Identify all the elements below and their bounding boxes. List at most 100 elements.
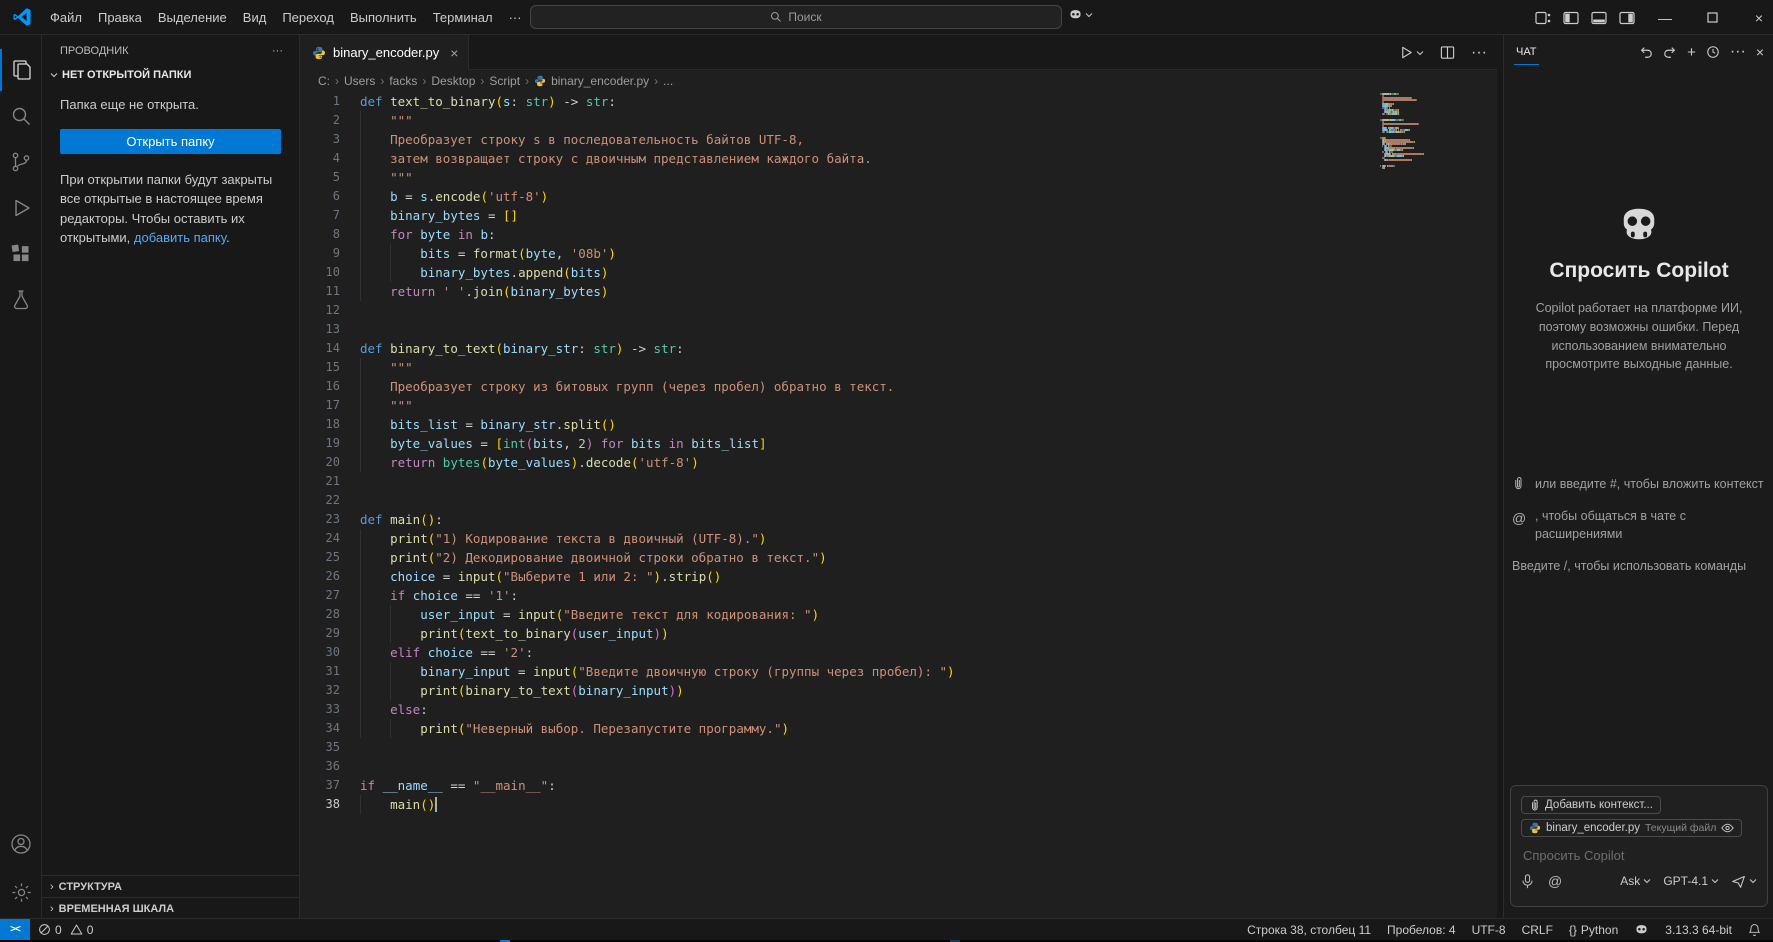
menu-item[interactable]: Файл <box>42 6 90 29</box>
activitybar-source-control-icon[interactable] <box>0 141 42 183</box>
menu-item[interactable]: Вид <box>235 6 275 29</box>
line-number: 13 <box>300 320 340 339</box>
python-file-icon <box>534 75 546 87</box>
menu-item[interactable]: Переход <box>274 6 342 29</box>
editor-more-actions-icon[interactable]: ··· <box>1471 44 1487 62</box>
code-line: 6 b = s.encode('utf-8') <box>300 187 1497 206</box>
code-area[interactable]: 1def text_to_binary(s: str) -> str:2 """… <box>300 92 1497 918</box>
line-number: 14 <box>300 339 340 358</box>
customize-layout-icon[interactable] <box>1535 10 1551 26</box>
sidebar-section-outline[interactable]: ›СТРУКТУРА <box>42 875 300 897</box>
menu-item[interactable]: Выделение <box>150 6 235 29</box>
menu-item[interactable]: Выполнить <box>342 6 425 29</box>
toggle-panel-icon[interactable] <box>1591 10 1607 26</box>
chat-close-icon[interactable]: × <box>1756 44 1764 60</box>
search-placeholder: Поиск <box>788 10 821 24</box>
code-line: 24 print("1) Кодирование текста в двоичн… <box>300 529 1497 548</box>
window-close-button[interactable]: × <box>1736 0 1773 35</box>
tab-bar: binary_encoder.py × ··· <box>300 35 1497 70</box>
run-python-button[interactable] <box>1399 45 1424 60</box>
remote-indicator[interactable]: >< <box>0 919 30 941</box>
open-folder-button[interactable]: Открыть папку <box>60 129 281 154</box>
code-line: 29 print(text_to_binary(user_input)) <box>300 624 1497 643</box>
minimap[interactable] <box>1380 93 1492 169</box>
mic-icon[interactable] <box>1521 874 1534 889</box>
code-line: 1def text_to_binary(s: str) -> str: <box>300 92 1497 111</box>
current-file-chip[interactable]: binary_encoder.py Текущий файл <box>1521 819 1742 837</box>
vscode-logo <box>12 7 32 27</box>
breadcrumb-item[interactable]: Desktop <box>431 74 475 88</box>
code-line: 26 choice = input("Выберите 1 или 2: ").… <box>300 567 1497 586</box>
problems-indicator[interactable]: 0 0 <box>38 923 93 937</box>
eye-icon[interactable] <box>1721 823 1734 833</box>
chat-input-box[interactable]: Добавить контекст... binary_encoder.py Т… <box>1510 785 1768 907</box>
line-number: 18 <box>300 415 340 434</box>
menu-item[interactable]: ··· <box>501 6 530 29</box>
tab-close-icon[interactable]: × <box>450 45 458 61</box>
notifications-bell-icon[interactable] <box>1748 923 1761 937</box>
line-number: 4 <box>300 149 340 168</box>
chat-history-icon[interactable] <box>1706 45 1720 59</box>
breadcrumb-tail[interactable]: ... <box>663 74 673 88</box>
status-indentation[interactable]: Пробелов: 4 <box>1387 923 1456 937</box>
status-encoding[interactable]: UTF-8 <box>1472 923 1506 937</box>
sidebar-title: ПРОВОДНИК <box>60 45 129 57</box>
mention-icon[interactable]: @ <box>1548 873 1562 889</box>
split-editor-icon[interactable] <box>1440 45 1455 60</box>
menu-bar: ФайлПравкаВыделениеВидПереходВыполнитьТе… <box>42 6 530 29</box>
python-file-icon <box>312 46 326 60</box>
activitybar-testing-icon[interactable] <box>0 279 42 321</box>
line-number: 34 <box>300 719 340 738</box>
breadcrumb-item[interactable]: Users <box>344 74 375 88</box>
paperclip-icon <box>1512 475 1526 493</box>
add-folder-link[interactable]: добавить папку <box>134 230 226 245</box>
breadcrumb-item[interactable]: C: <box>318 74 330 88</box>
copilot-status-icon[interactable] <box>1634 922 1649 937</box>
chat-send-button[interactable] <box>1731 874 1757 889</box>
undo-icon[interactable] <box>1639 45 1653 59</box>
chat-model-dropdown[interactable]: GPT-4.1 <box>1663 874 1719 888</box>
status-python-version[interactable]: 3.13.3 64-bit <box>1665 923 1732 937</box>
add-context-chip[interactable]: Добавить контекст... <box>1521 796 1661 814</box>
activitybar-settings-gear-icon[interactable] <box>0 871 42 913</box>
titlebar-copilot-button[interactable] <box>1068 7 1093 22</box>
sidebar-more-actions-icon[interactable]: ··· <box>272 45 283 57</box>
activitybar-account-icon[interactable] <box>0 823 42 865</box>
breadcrumb-separator: › <box>380 74 384 88</box>
activitybar-explorer-icon[interactable] <box>0 49 42 91</box>
new-chat-icon[interactable]: + <box>1687 44 1696 61</box>
redo-icon[interactable] <box>1663 45 1677 59</box>
breadcrumbs[interactable]: C:›Users›facks›Desktop›Script›binary_enc… <box>300 70 1497 92</box>
activitybar-extensions-icon[interactable] <box>0 233 42 275</box>
code-line: 37if __name__ == "__main__": <box>300 776 1497 795</box>
chat-tab[interactable]: ЧАТ <box>1514 40 1539 65</box>
status-language-mode[interactable]: {}Python <box>1569 923 1618 937</box>
activitybar-run-debug-icon[interactable] <box>0 187 42 229</box>
window-minimize-button[interactable]: — <box>1642 0 1688 35</box>
code-line: 20 return bytes(byte_values).decode('utf… <box>300 453 1497 472</box>
status-cursor-position[interactable]: Строка 38, столбец 11 <box>1247 923 1371 937</box>
chevron-down-icon <box>1749 877 1757 885</box>
chat-input-placeholder[interactable]: Спросить Copilot <box>1523 848 1757 863</box>
toggle-secondary-sidebar-icon[interactable] <box>1619 10 1635 26</box>
line-number: 5 <box>300 168 340 187</box>
line-number: 28 <box>300 605 340 624</box>
code-line: 38 main() <box>300 795 1497 814</box>
breadcrumb-item[interactable]: Script <box>489 74 520 88</box>
tab-binary-encoder[interactable]: binary_encoder.py × <box>300 35 469 70</box>
menu-item[interactable]: Правка <box>90 6 150 29</box>
sidebar-section-timeline[interactable]: ›ВРЕМЕННАЯ ШКАЛА <box>42 897 300 919</box>
menu-item[interactable]: Терминал <box>425 6 501 29</box>
chat-mode-dropdown[interactable]: Ask <box>1620 874 1651 888</box>
toggle-primary-sidebar-icon[interactable] <box>1563 10 1579 26</box>
window-maximize-button[interactable] <box>1689 0 1735 35</box>
status-eol[interactable]: CRLF <box>1522 923 1553 937</box>
chat-more-actions-icon[interactable]: ··· <box>1730 43 1746 61</box>
command-center-search[interactable]: Поиск <box>530 5 1062 29</box>
code-line: 13 <box>300 320 1497 339</box>
breadcrumb-file[interactable]: binary_encoder.py <box>551 74 649 88</box>
breadcrumb-item[interactable]: facks <box>389 74 417 88</box>
code-line: 7 binary_bytes = [] <box>300 206 1497 225</box>
sidebar-section-no-folder[interactable]: НЕТ ОТКРЫТОЙ ПАПКИ <box>42 65 299 85</box>
activitybar-search-icon[interactable] <box>0 95 42 137</box>
